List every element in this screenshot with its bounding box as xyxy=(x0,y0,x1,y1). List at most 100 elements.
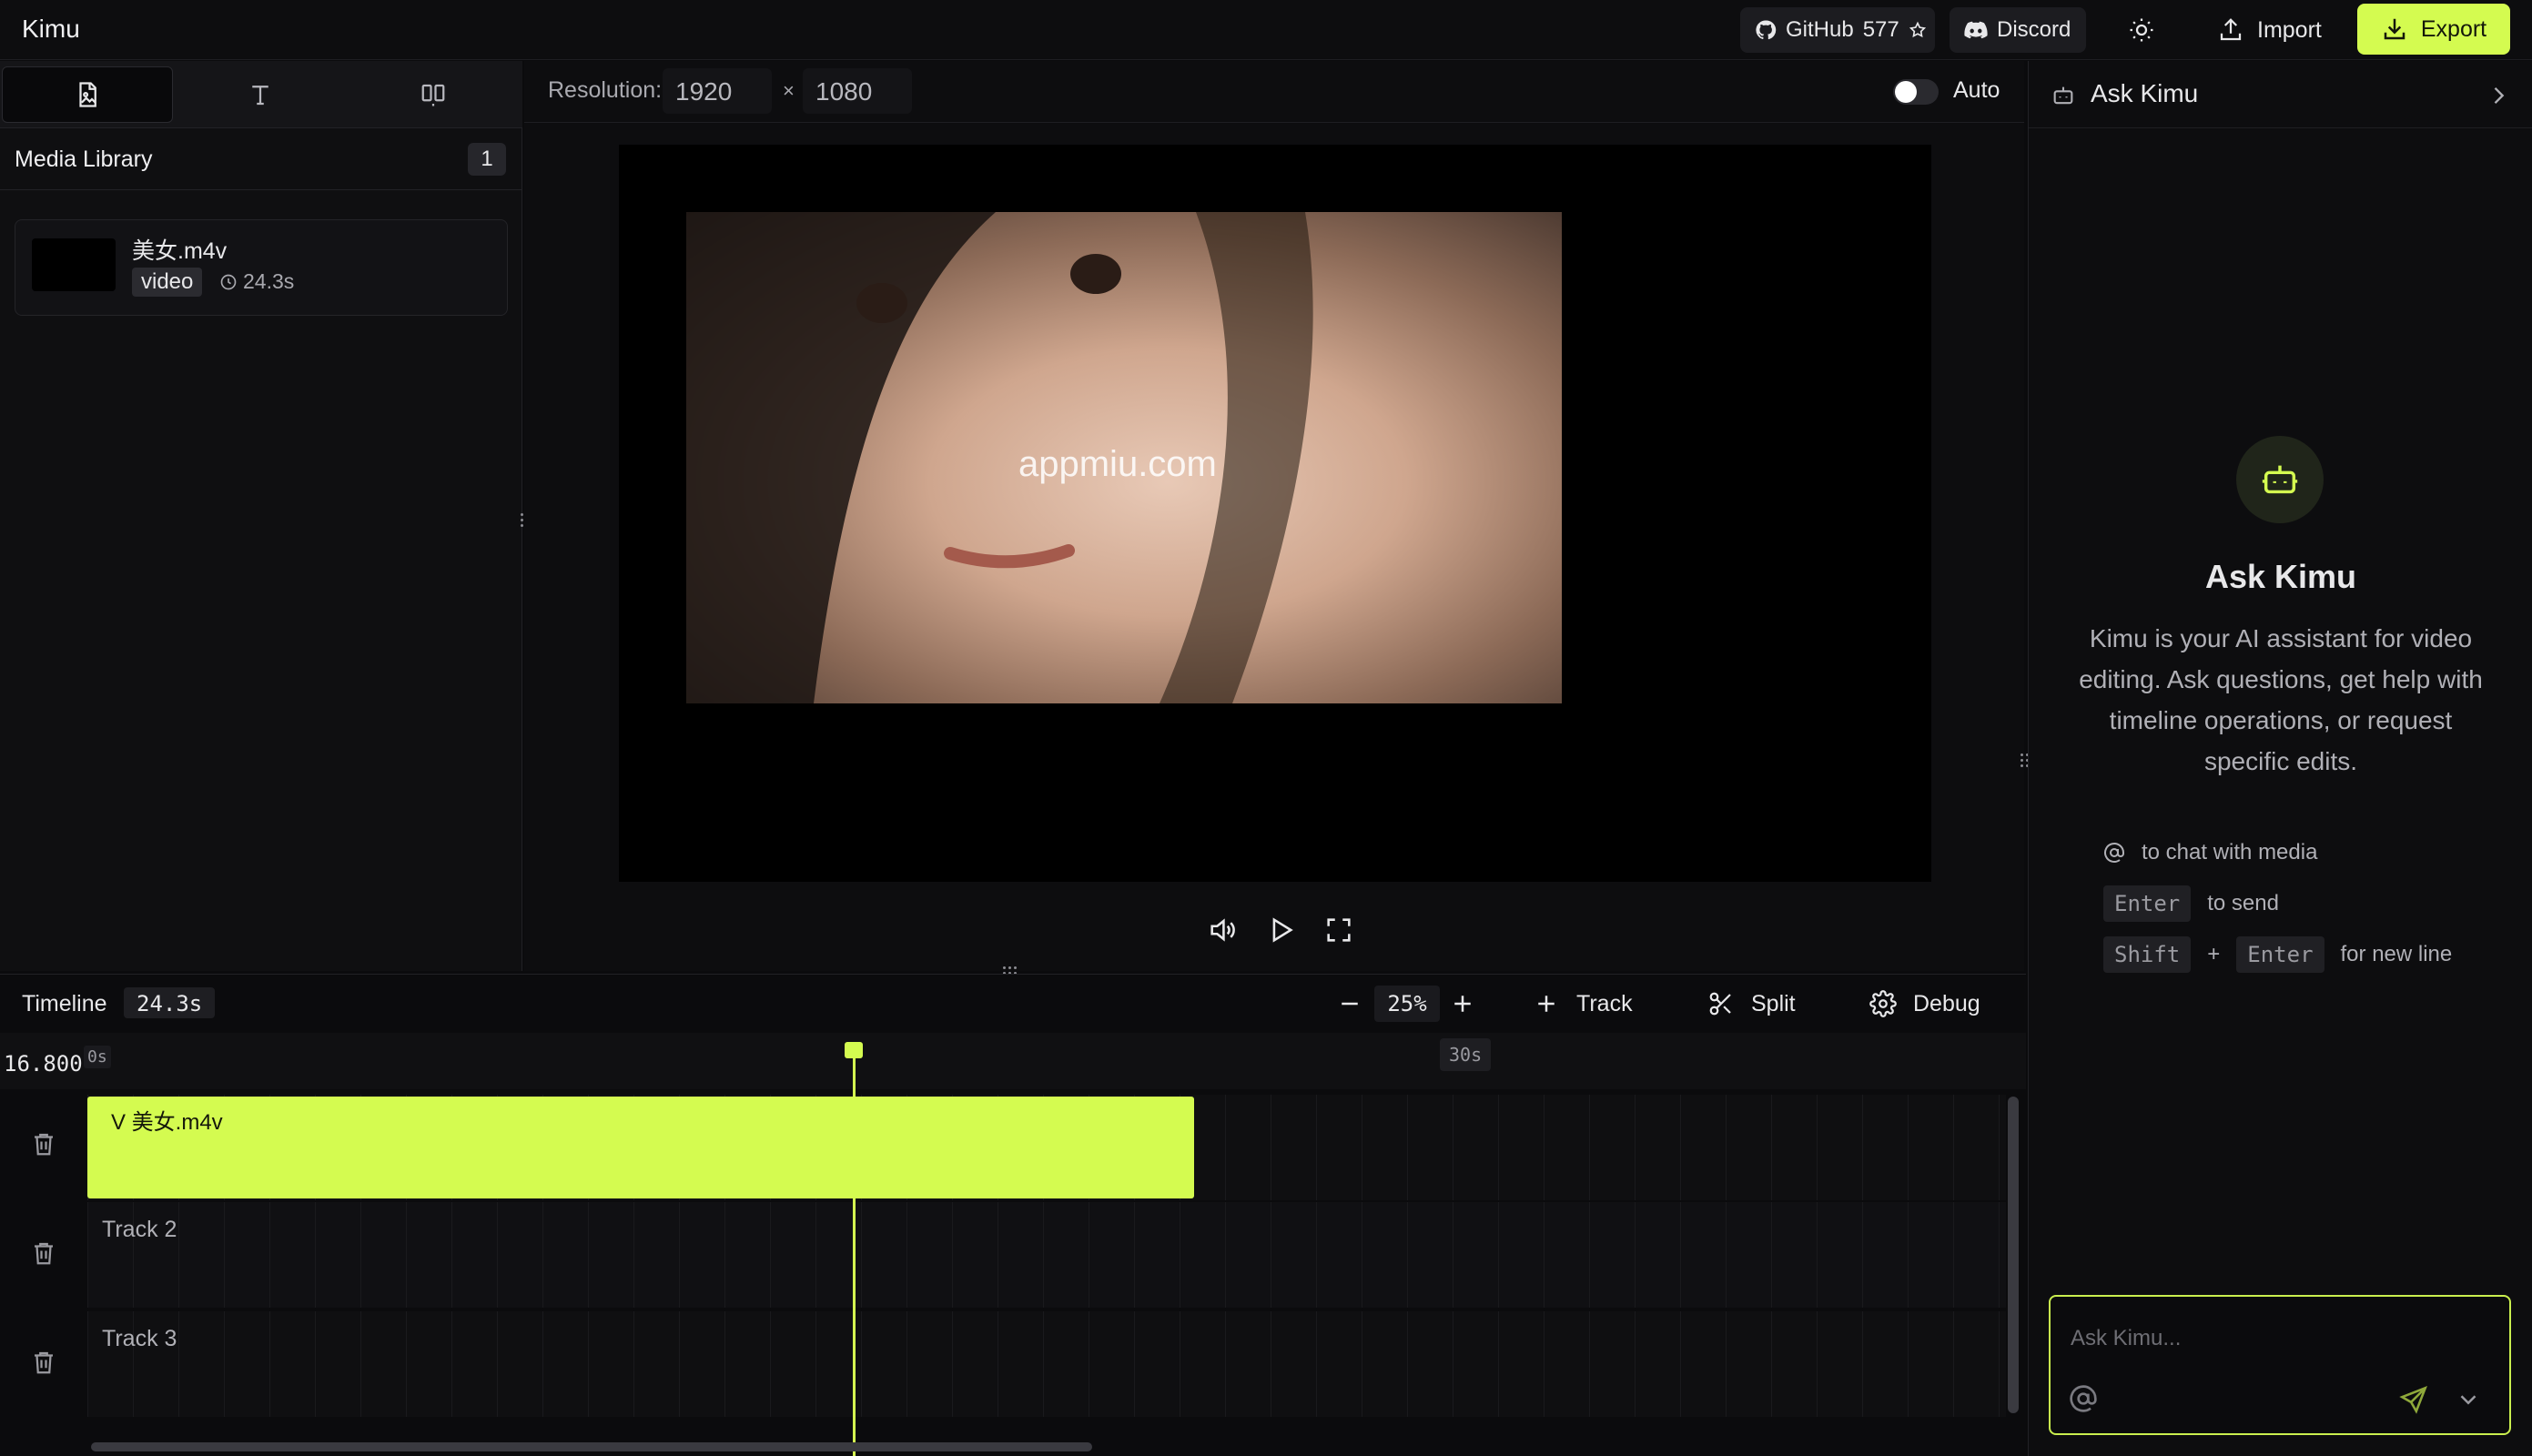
shift-key: Shift xyxy=(2103,936,2192,973)
trash-icon xyxy=(30,1348,57,1377)
video-watermark: appmiu.com xyxy=(1018,444,1217,484)
play-button[interactable] xyxy=(1260,909,1301,951)
github-button[interactable]: GitHub 577 xyxy=(1740,7,1935,53)
video-clip[interactable]: V 美女.m4v xyxy=(87,1097,1194,1198)
enter-key: Enter xyxy=(2103,885,2192,922)
ruler-tick-label: 0s xyxy=(84,1046,111,1068)
fullscreen-button[interactable] xyxy=(1318,909,1360,951)
hint-mention: to chat with media xyxy=(2103,840,2317,865)
zoom-in-button[interactable] xyxy=(1449,984,1476,1024)
chevron-down-icon[interactable] xyxy=(2455,1386,2482,1413)
resolution-height-input[interactable]: 1080 xyxy=(803,68,912,114)
hint-newline: Shift + Enter for new line xyxy=(2103,936,2452,973)
mention-button[interactable] xyxy=(2069,1384,2098,1413)
zoom-out-button[interactable] xyxy=(1336,984,1363,1024)
media-type-badge: video xyxy=(132,268,203,297)
track-row[interactable]: Track 2 xyxy=(87,1202,2006,1308)
delete-track-button[interactable] xyxy=(29,1237,58,1269)
ask-title: Ask Kimu xyxy=(2204,558,2357,595)
clip-label: V 美女.m4v xyxy=(111,1110,223,1135)
ask-panel-title: Ask Kimu xyxy=(2091,79,2199,107)
bot-icon xyxy=(2051,83,2076,108)
bot-icon xyxy=(2259,459,2301,500)
timeline-ruler[interactable] xyxy=(0,1033,2026,1089)
ask-description: Kimu is your AI assistant for video edit… xyxy=(2079,624,2483,775)
timeline-vertical-scrollbar[interactable] xyxy=(2008,1097,2019,1413)
add-track-button[interactable]: Track xyxy=(1533,984,1633,1024)
auto-toggle-knob xyxy=(1895,81,1917,103)
hint-mention-text: to chat with media xyxy=(2142,840,2318,864)
debug-label: Debug xyxy=(1913,990,1980,1016)
playhead-line xyxy=(853,1047,856,1456)
delete-track-button[interactable] xyxy=(29,1346,58,1379)
media-duration-value: 24.3s xyxy=(243,269,295,293)
github-icon xyxy=(1755,19,1777,41)
tab-text[interactable] xyxy=(175,66,346,123)
media-count-badge: 1 xyxy=(468,143,506,176)
media-thumbnail xyxy=(32,238,116,291)
split-label: Split xyxy=(1751,990,1796,1016)
tab-media[interactable] xyxy=(2,66,173,123)
export-label: Export xyxy=(2420,15,2487,42)
left-panel: Media Library 1 美女.m4v video 24.3s xyxy=(0,61,522,971)
gear-icon xyxy=(1869,990,1897,1017)
auto-toggle[interactable] xyxy=(1893,79,1939,105)
text-icon xyxy=(247,81,274,108)
timeline-panel: Timeline 24.3s 25% Track Split Debug 16.… xyxy=(0,974,2026,1456)
import-button[interactable]: Import xyxy=(2206,7,2333,53)
volume-button[interactable] xyxy=(1201,909,1243,951)
ruler-tick-label: 30s xyxy=(1440,1038,1492,1071)
download-icon xyxy=(2381,15,2408,43)
star-icon xyxy=(1909,21,1927,39)
export-button[interactable]: Export xyxy=(2357,4,2510,55)
tab-transitions[interactable] xyxy=(348,66,519,123)
resolution-label: Resolution: xyxy=(548,77,663,103)
theme-toggle-button[interactable] xyxy=(2117,7,2166,53)
minus-icon xyxy=(1336,990,1363,1017)
resolution-times: × xyxy=(783,79,795,102)
discord-button[interactable]: Discord xyxy=(1950,7,2086,53)
send-button[interactable] xyxy=(2398,1384,2429,1415)
media-item[interactable]: 美女.m4v video 24.3s xyxy=(15,219,508,316)
chat-input[interactable] xyxy=(2071,1322,2453,1355)
trash-icon xyxy=(30,1239,57,1268)
debug-button[interactable]: Debug xyxy=(1869,984,1980,1024)
transitions-icon xyxy=(420,81,447,108)
add-track-label: Track xyxy=(1576,990,1633,1016)
resolution-width-input[interactable]: 1920 xyxy=(663,68,772,114)
timeline-horizontal-scrollbar[interactable] xyxy=(91,1442,1092,1451)
resolution-bar: Resolution: 1920 × 1080 Auto xyxy=(524,61,2024,123)
preview-canvas[interactable]: appmiu.com xyxy=(619,145,1931,882)
plus-icon xyxy=(1449,990,1476,1017)
timeline-title: Timeline xyxy=(22,991,107,1016)
track-row[interactable]: Track 3 xyxy=(87,1311,2006,1417)
top-bar: Kimu GitHub 577 Discord Import Export xyxy=(0,0,2532,60)
chevron-right-icon[interactable] xyxy=(2486,83,2511,108)
hint-send: Enter to send xyxy=(2103,885,2279,922)
plus-sign: + xyxy=(2207,942,2221,966)
playhead-handle[interactable] xyxy=(845,1042,863,1058)
hint-newline-text: for new line xyxy=(2340,942,2453,966)
github-stars: 577 xyxy=(1862,17,1899,42)
ask-panel: Ask Kimu Ask Kimu Kimu is your AI assist… xyxy=(2028,61,2532,1456)
left-panel-tabs xyxy=(0,61,522,128)
fullscreen-icon xyxy=(1323,915,1354,945)
delete-track-button[interactable] xyxy=(29,1127,58,1160)
scissors-icon xyxy=(1707,990,1735,1017)
preview-panel: Resolution: 1920 × 1080 Auto appmiu.com xyxy=(524,61,2024,971)
zoom-level: 25% xyxy=(1374,986,1440,1022)
import-label: Import xyxy=(2257,16,2322,43)
hint-send-text: to send xyxy=(2207,891,2279,915)
auto-label: Auto xyxy=(1953,77,2000,103)
media-name: 美女.m4v xyxy=(132,238,228,264)
timeline-toolbar: Timeline 24.3s 25% Track Split Debug xyxy=(0,975,2026,1033)
chat-input-box xyxy=(2049,1295,2511,1435)
track-label: Track 2 xyxy=(102,1217,177,1242)
app-title: Kimu xyxy=(22,15,80,43)
plus-icon xyxy=(1533,990,1560,1017)
video-frame: appmiu.com xyxy=(686,212,1562,703)
ask-bot-badge xyxy=(2236,436,2324,523)
split-button[interactable]: Split xyxy=(1707,984,1796,1024)
sun-icon xyxy=(2128,16,2155,44)
trash-icon xyxy=(30,1129,57,1158)
